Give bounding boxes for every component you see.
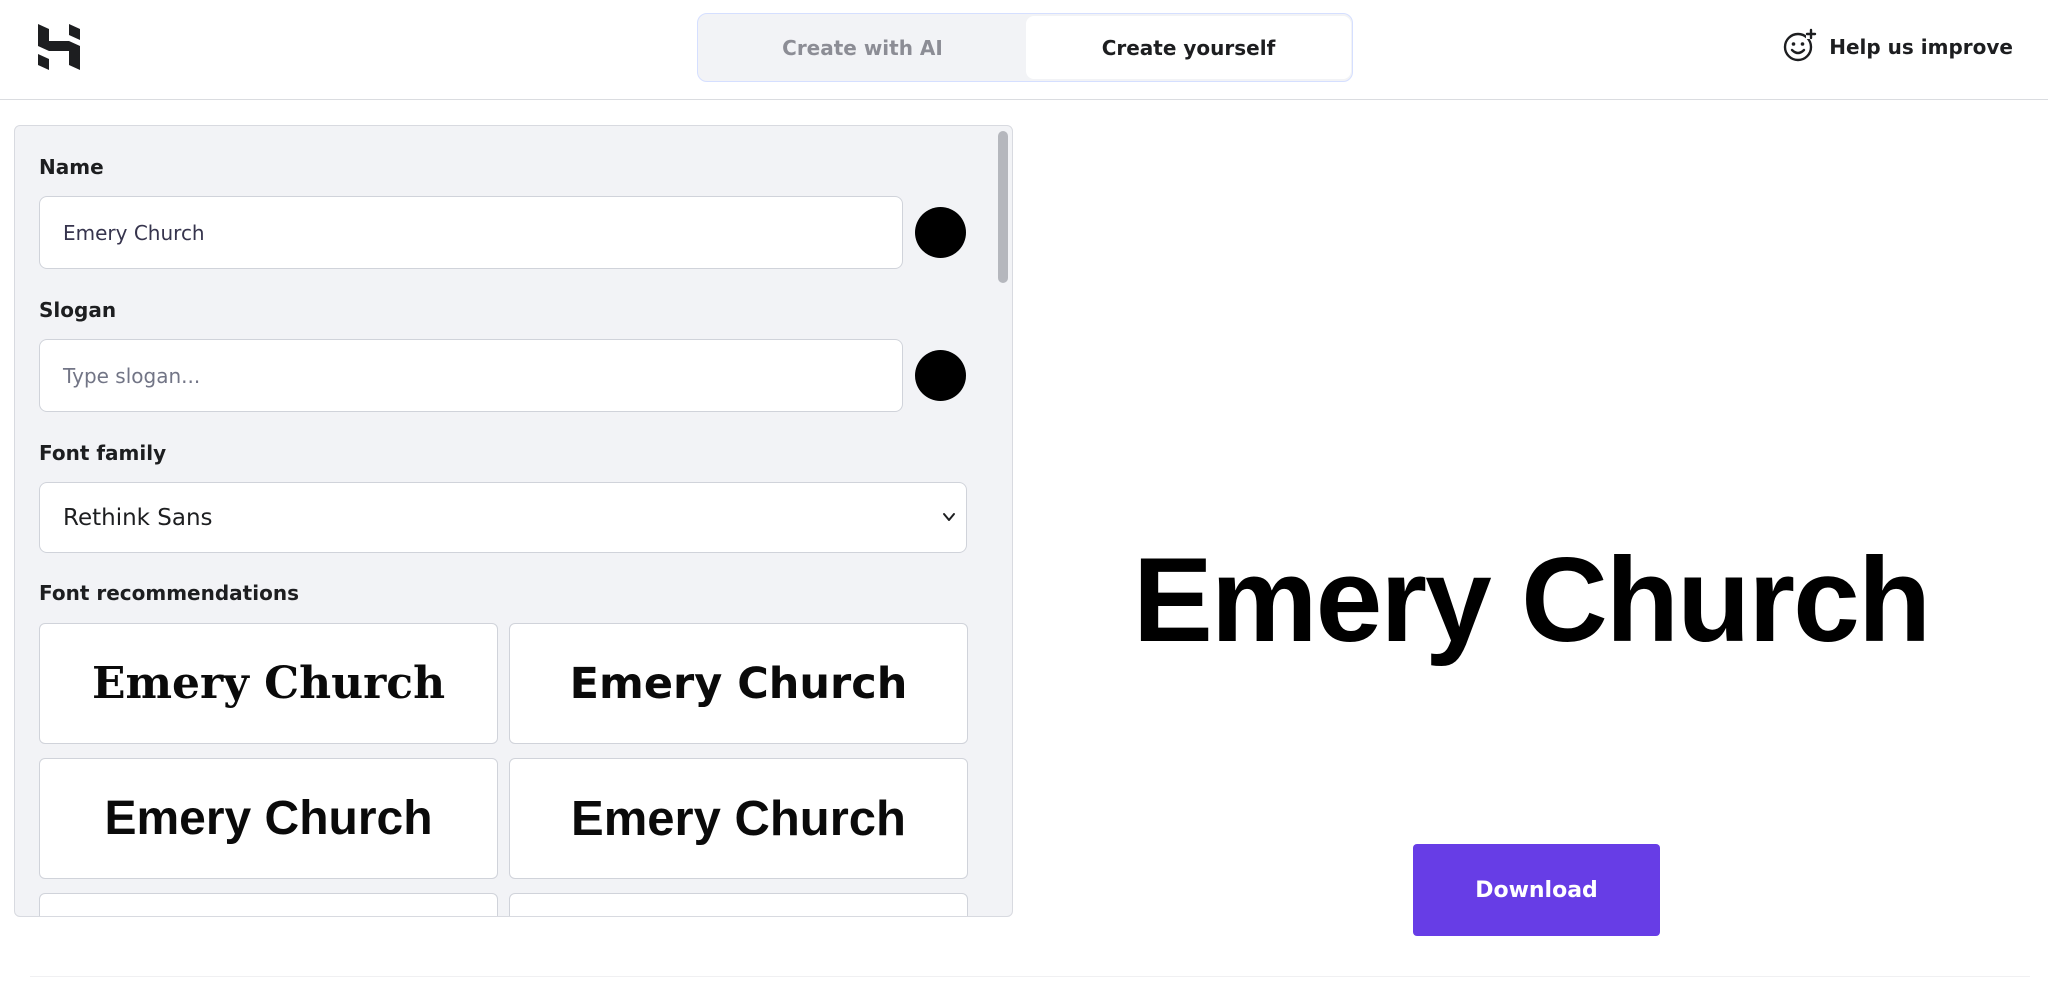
font-recommendation-text: Emery Church	[571, 791, 906, 846]
font-recommendation-card[interactable]: Emery Church	[39, 623, 498, 744]
font-recommendation-card[interactable]: Emery Church	[39, 758, 498, 879]
mode-tabs: Create with AI Create yourself	[697, 13, 1353, 82]
name-color-picker[interactable]	[915, 207, 966, 258]
top-header: Create with AI Create yourself Help us i…	[0, 0, 2048, 100]
panel-scrollbar-thumb[interactable]	[998, 131, 1008, 283]
divider	[30, 976, 2030, 977]
font-family-value: Rethink Sans	[63, 504, 213, 531]
smiley-plus-icon	[1783, 28, 1817, 67]
font-recommendation-card[interactable]	[509, 893, 968, 916]
tab-create-yourself[interactable]: Create yourself	[1026, 16, 1351, 79]
font-family-select[interactable]: Rethink Sans	[39, 482, 967, 553]
font-recommendations-label: Font recommendations	[39, 581, 299, 605]
name-input[interactable]: Emery Church	[39, 196, 903, 269]
chevron-down-icon	[943, 513, 955, 521]
font-recommendation-card[interactable]	[39, 893, 498, 916]
tab-create-with-ai[interactable]: Create with AI	[700, 16, 1025, 79]
font-recommendation-card[interactable]: Emery Church	[509, 758, 968, 879]
slogan-color-picker[interactable]	[915, 350, 966, 401]
editor-panel: Name Emery Church Slogan Type slogan... …	[14, 125, 1013, 917]
help-label: Help us improve	[1829, 35, 2013, 59]
font-recommendation-text: Emery Church	[569, 658, 908, 709]
name-label: Name	[39, 155, 104, 179]
font-recommendation-text: Emery Church	[104, 792, 433, 845]
help-us-improve-button[interactable]: Help us improve	[1783, 28, 2013, 67]
font-recommendation-text: Emery Church	[91, 658, 446, 709]
slogan-input[interactable]: Type slogan...	[39, 339, 903, 412]
hostinger-logo-icon[interactable]	[38, 24, 80, 70]
preview-brand-name: Emery Church	[1132, 533, 1931, 667]
slogan-label: Slogan	[39, 298, 117, 322]
font-recommendation-card[interactable]: Emery Church	[509, 623, 968, 744]
font-family-label: Font family	[39, 441, 167, 465]
download-button[interactable]: Download	[1413, 844, 1660, 936]
